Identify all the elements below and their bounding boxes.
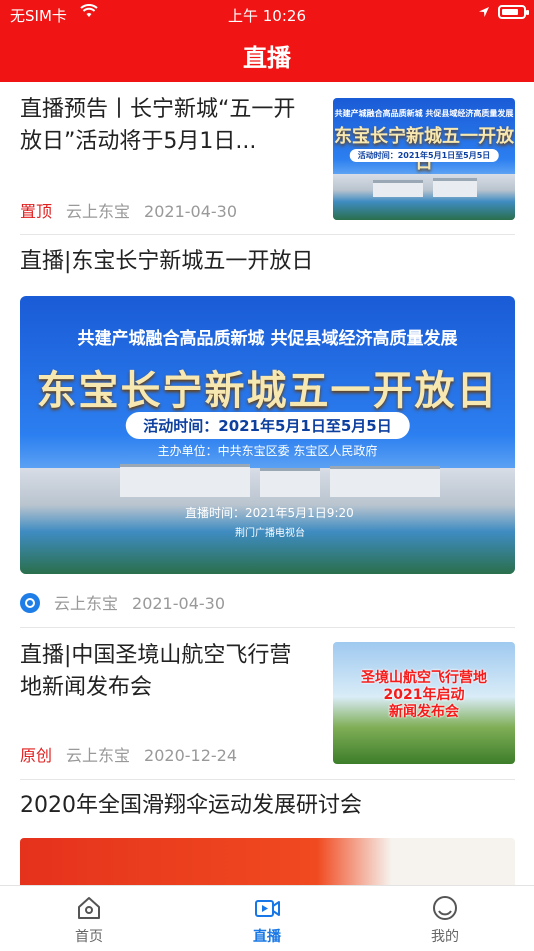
banner-station: 荆门广播电视台 bbox=[235, 528, 305, 540]
battery-icon bbox=[498, 5, 529, 19]
tab-profile[interactable]: 我的 bbox=[405, 894, 485, 946]
pinned-tag: 置顶 bbox=[20, 202, 53, 221]
item-date: 2020-12-24 bbox=[144, 746, 238, 765]
item-title: 直播预告丨长宁新城“五一开放日”活动将于5月1日... bbox=[20, 97, 296, 154]
item-title: 直播|东宝长宁新城五一开放日 bbox=[20, 249, 314, 274]
tab-label: 我的 bbox=[431, 929, 459, 945]
divider bbox=[20, 779, 515, 780]
item-thumbnail[interactable]: 共建产城融合高品质新城 共促县域经济高质量发展 东宝长宁新城五一开放日 活动时间… bbox=[333, 98, 515, 220]
home-icon bbox=[78, 897, 100, 919]
item-source: 云上东宝 bbox=[66, 202, 131, 221]
banner-live-time: 直播时间：2021年5月1日9:20 bbox=[185, 506, 354, 521]
banner-host: 主办单位：中共东宝区委 东宝区人民政府 bbox=[157, 444, 378, 458]
live-video-icon bbox=[255, 900, 280, 917]
tab-label: 首页 bbox=[75, 929, 103, 945]
banner-headline: 东宝长宁新城五一开放日 bbox=[36, 367, 499, 414]
top-bar: 无SIM卡 上午 10:26 直播 bbox=[0, 0, 534, 82]
item-source: 云上东宝 bbox=[54, 594, 119, 613]
list-item[interactable]: 直播预告丨长宁新城“五一开放日”活动将于5月1日... 置顶 云上东宝 2021-0… bbox=[20, 94, 515, 234]
profile-icon bbox=[433, 896, 457, 920]
item-thumbnail[interactable]: 圣境山航空飞行营地 2021年启动 新闻发布会 bbox=[333, 642, 515, 764]
item-title: 直播|中国圣境山航空飞行营地新闻发布会 bbox=[20, 643, 292, 700]
item-date: 2021-04-30 bbox=[132, 594, 225, 613]
item-source: 云上东宝 bbox=[66, 746, 131, 765]
thumbnail-slogan: 共建产城融合高品质新城 共促县域经济高质量发展 bbox=[334, 109, 514, 118]
divider bbox=[20, 234, 515, 235]
original-tag: 原创 bbox=[20, 746, 53, 765]
item-banner-image[interactable] bbox=[20, 838, 515, 885]
item-title: 2020年全国滑翔伞运动发展研讨会 bbox=[20, 793, 362, 818]
item-date: 2021-04-30 bbox=[144, 202, 238, 221]
banner-slogan: 共建产城融合高品质新城 共促县域经济高质量发展 bbox=[77, 329, 458, 349]
tab-bar: 首页 直播 我的 bbox=[0, 885, 534, 951]
thumbnail-line1: 圣境山航空飞行营地 bbox=[361, 670, 487, 686]
location-arrow-icon bbox=[479, 7, 489, 17]
clock: 上午 10:26 bbox=[228, 7, 306, 25]
thumbnail-date-pill: 活动时间：2021年5月1日至5月5日 bbox=[349, 149, 499, 162]
thumbnail-headline: 东宝长宁新城五一开放日 bbox=[334, 126, 514, 173]
source-avatar bbox=[20, 593, 40, 613]
divider bbox=[20, 627, 515, 628]
tab-live[interactable]: 直播 bbox=[227, 894, 307, 946]
banner-date-pill: 活动时间：2021年5月1日至5月5日 bbox=[125, 412, 410, 439]
status-bar: 无SIM卡 上午 10:26 bbox=[0, 0, 534, 28]
live-banner-image[interactable]: 共建产城融合高品质新城 共促县域经济高质量发展 东宝长宁新城五一开放日 活动时间… bbox=[20, 296, 515, 574]
thumbnail-line2: 2021年启动 bbox=[383, 687, 465, 703]
list-item[interactable]: 直播|中国圣境山航空飞行营地新闻发布会 原创 云上东宝 2020-12-24 圣境山… bbox=[20, 640, 515, 780]
tab-home[interactable]: 首页 bbox=[49, 894, 129, 946]
live-feed-list[interactable]: 直播预告丨长宁新城“五一开放日”活动将于5月1日... 置顶 云上东宝 2021-0… bbox=[0, 82, 534, 885]
tab-label: 直播 bbox=[253, 929, 281, 945]
page-title: 直播 bbox=[243, 44, 291, 72]
thumbnail-line3: 新闻发布会 bbox=[389, 704, 459, 720]
